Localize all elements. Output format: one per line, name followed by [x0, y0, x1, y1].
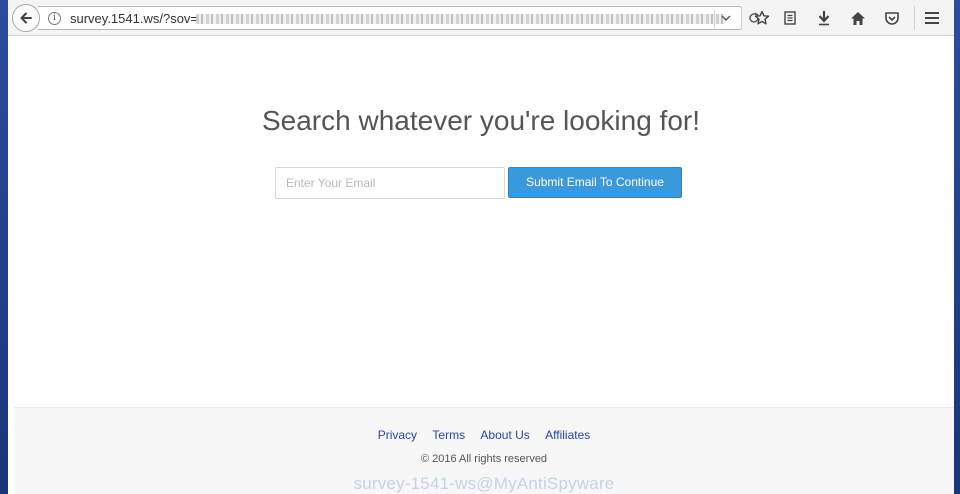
url-bar[interactable]: i survey.1541.ws/?sov= [38, 6, 759, 30]
reading-list-icon[interactable] [780, 8, 800, 28]
home-icon[interactable] [848, 8, 868, 28]
page-headline: Search whatever you're looking for! [261, 105, 701, 136]
page-content: Search whatever you're looking for! Subm… [8, 37, 954, 407]
url-text[interactable]: survey.1541.ws/?sov= [70, 11, 198, 26]
bookmark-star-icon[interactable] [752, 8, 772, 28]
dropdown-chevron-icon[interactable] [718, 11, 734, 27]
submit-email-button[interactable]: Submit Email To Continue [508, 167, 682, 198]
footer-link-about-us[interactable]: About Us [480, 428, 529, 442]
info-icon[interactable]: i [48, 12, 61, 25]
back-arrow-icon [20, 12, 32, 24]
desktop-frame-right [954, 0, 960, 494]
email-field[interactable] [275, 167, 505, 199]
footer-link-affiliates[interactable]: Affiliates [545, 428, 590, 442]
desktop-frame-left [0, 0, 8, 494]
reload-divider [741, 7, 742, 29]
hamburger-menu-icon[interactable] [922, 8, 942, 28]
page-footer: Privacy Terms About Us Affiliates © 2016… [14, 407, 954, 494]
toolbar-divider [914, 6, 915, 30]
url-divider [714, 10, 715, 28]
download-arrow-icon[interactable] [814, 8, 834, 28]
browser-toolbar: i survey.1541.ws/?sov= [8, 0, 954, 36]
watermark-text: survey-1541-ws@MyAntiSpyware [353, 474, 615, 493]
footer-link-privacy[interactable]: Privacy [378, 428, 417, 442]
url-redacted-query [196, 14, 726, 24]
back-button[interactable] [12, 4, 40, 32]
footer-links: Privacy Terms About Us Affiliates [14, 428, 954, 442]
footer-link-terms[interactable]: Terms [432, 428, 465, 442]
pocket-icon[interactable] [882, 8, 902, 28]
copyright-text: © 2016 All rights reserved [420, 453, 548, 465]
browser-window: i survey.1541.ws/?sov= Search whatever y… [8, 0, 954, 494]
